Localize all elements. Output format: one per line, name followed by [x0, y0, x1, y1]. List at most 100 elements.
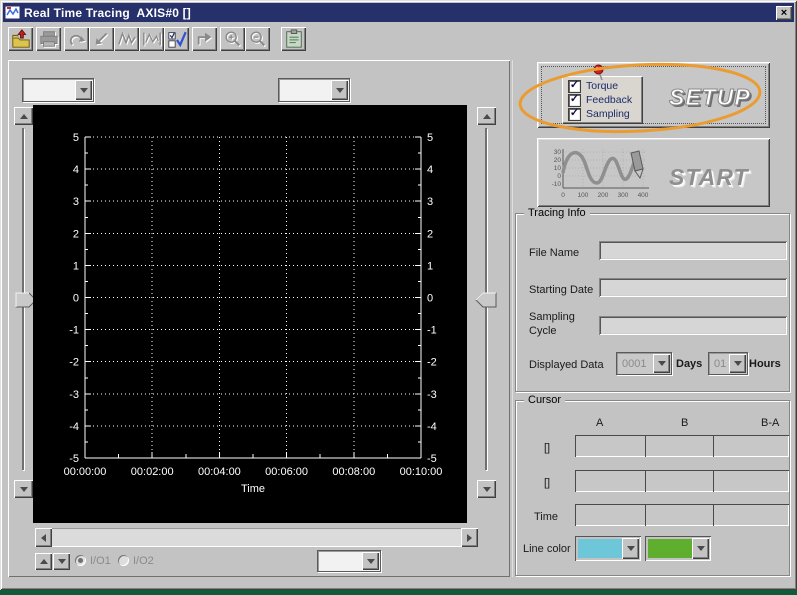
pushpin-icon [591, 64, 607, 82]
print-button[interactable] [36, 27, 61, 51]
displayed-days-combo[interactable]: 0001 [616, 352, 672, 375]
channel-combo-left-arrow[interactable] [75, 80, 92, 100]
sampling-cycle-field[interactable] [599, 316, 787, 335]
setup-button[interactable]: ✓ Torque ✓ Feedback ✓ Sampling SETUP [537, 62, 770, 128]
svg-text:00:08:00: 00:08:00 [332, 466, 375, 478]
app-window: Real Time Tracing AXIS#0 [] × [0, 0, 797, 590]
line-color-combo-2-arrow[interactable] [692, 538, 709, 559]
checkbox-sampling-label: Sampling [586, 108, 630, 120]
channel-combo-right[interactable] [278, 78, 350, 102]
cursor-col-b-label: B [681, 417, 688, 429]
channel-combo-right-arrow[interactable] [331, 80, 348, 100]
io-up-button[interactable] [35, 553, 52, 570]
chart-canvas: 554433221100-1-1-2-2-3-3-4-4-5-500:00:00… [33, 105, 467, 523]
displayed-hours-combo-arrow[interactable] [729, 354, 746, 373]
radio-io2[interactable] [118, 555, 129, 566]
checkbox-box[interactable]: ✓ [568, 80, 581, 93]
svg-text:5: 5 [427, 132, 433, 144]
checkbox-feedback[interactable]: ✓ Feedback [568, 94, 632, 106]
setup-checkbox-popup: ✓ Torque ✓ Feedback ✓ Sampling [562, 76, 642, 123]
svg-text:4: 4 [73, 164, 79, 176]
channel-combo-left[interactable] [22, 78, 94, 102]
wave-range-button[interactable] [139, 27, 164, 51]
zoom-in-icon [222, 29, 244, 49]
svg-text:20: 20 [554, 157, 562, 164]
zoom-out-button[interactable] [245, 27, 270, 51]
svg-text:-4: -4 [427, 421, 437, 433]
desktop-strip [0, 590, 797, 595]
chart-panel: 554433221100-1-1-2-2-3-3-4-4-5-500:00:00… [8, 60, 510, 577]
report-button[interactable] [64, 27, 89, 51]
displayed-days-combo-arrow[interactable] [653, 354, 670, 373]
line-color-swatch-2 [648, 539, 692, 558]
svg-text:0: 0 [427, 293, 433, 305]
open-folder-button[interactable] [8, 27, 33, 51]
svg-text:0: 0 [557, 173, 561, 180]
app-icon [5, 6, 20, 19]
cursor-col-a-label: A [596, 417, 603, 429]
file-name-label: File Name [529, 247, 579, 259]
checkbox-feedback-label: Feedback [586, 94, 632, 106]
chevron-down-icon [697, 546, 705, 551]
right-scale-slider-thumb[interactable] [474, 292, 497, 309]
clipboard-button[interactable] [281, 27, 306, 51]
trace-select-button[interactable] [164, 27, 189, 51]
zoom-in-button[interactable] [220, 27, 245, 51]
arrow-down-icon [58, 559, 66, 564]
checkbox-sampling[interactable]: ✓ Sampling [568, 108, 630, 120]
arrow-up-icon [40, 559, 48, 564]
cursor-value-box [713, 470, 789, 492]
start-button[interactable]: 30 20 10 0 -10 0 100 200 300 400 START [537, 138, 770, 207]
line-color-combo-1-arrow[interactable] [622, 538, 639, 559]
cursor-value-box [575, 435, 649, 457]
file-name-field[interactable] [599, 241, 787, 260]
page-title: Real Time Tracing AXIS#0 [] [24, 6, 191, 20]
hscroll-right-button[interactable] [461, 528, 478, 547]
jump-button[interactable] [192, 27, 217, 51]
check-icon: ✓ [570, 109, 579, 118]
checkbox-box[interactable]: ✓ [568, 108, 581, 121]
radio-io2-label: I/O2 [133, 555, 154, 567]
displayed-hours-combo[interactable]: 01 [708, 352, 748, 375]
hscroll-left-button[interactable] [35, 528, 52, 547]
chevron-down-icon [627, 546, 635, 551]
sampling-cycle-label-line2: Cycle [529, 325, 557, 337]
report-icon [66, 29, 88, 49]
radio-io1[interactable] [75, 555, 86, 566]
svg-text:2: 2 [73, 228, 79, 240]
close-button[interactable]: × [776, 6, 792, 20]
check-icon: ✓ [570, 81, 579, 90]
cursor-row1-label: [] [544, 442, 550, 454]
control-panel: ✓ Torque ✓ Feedback ✓ Sampling SETUP [512, 60, 792, 577]
right-scale-down-button[interactable] [477, 480, 496, 498]
import-arrow-icon [91, 29, 113, 49]
start-chart-icon: 30 20 10 0 -10 0 100 200 300 400 [547, 145, 662, 201]
wave-range-icon [141, 29, 163, 49]
title-bar: Real Time Tracing AXIS#0 [] × [3, 3, 794, 22]
right-scale-up-button[interactable] [477, 107, 496, 125]
checkbox-box[interactable]: ✓ [568, 94, 581, 107]
line-color-combo-1[interactable] [575, 536, 641, 561]
svg-text:300: 300 [618, 192, 629, 199]
start-button-label: START [669, 164, 749, 191]
tracing-info-title: Tracing Info [524, 207, 590, 219]
io-combo[interactable] [317, 550, 381, 572]
line-color-combo-2[interactable] [645, 536, 711, 561]
left-scale-up-button[interactable] [14, 107, 33, 125]
import-button[interactable] [89, 27, 114, 51]
svg-text:4: 4 [427, 164, 433, 176]
starting-date-field[interactable] [599, 278, 787, 297]
setup-button-label: SETUP [669, 84, 751, 111]
svg-text:-3: -3 [69, 389, 79, 401]
svg-text:0: 0 [73, 293, 79, 305]
hscroll-track[interactable] [52, 528, 461, 547]
io-down-button[interactable] [53, 553, 70, 570]
arrow-up-icon [20, 114, 28, 119]
chevron-down-icon [658, 361, 666, 366]
svg-text:Time: Time [241, 483, 265, 495]
left-scale-down-button[interactable] [14, 480, 33, 498]
svg-text:30: 30 [554, 149, 562, 156]
displayed-data-label: Displayed Data [529, 359, 604, 371]
io-combo-arrow[interactable] [362, 552, 379, 570]
wave-button[interactable] [114, 27, 139, 51]
